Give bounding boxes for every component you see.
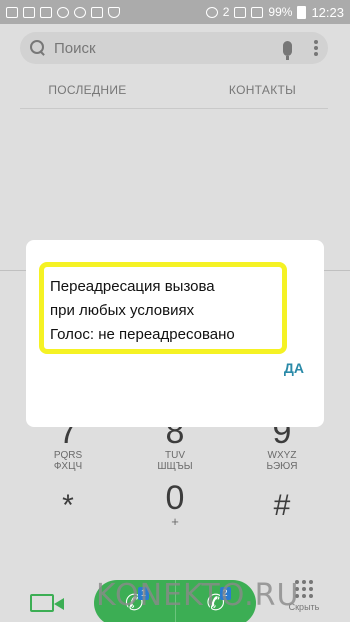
key-icon [91, 6, 103, 18]
tab-bar: ПОСЛЕДНИЕ КОНТАКТЫ [0, 78, 350, 108]
clock: 12:23 [311, 4, 344, 20]
location-icon [74, 6, 86, 18]
dialog-line-3: Голос: не переадресовано [50, 326, 235, 343]
status-bar-system: 2 99% 12:23 [205, 4, 344, 20]
sim-indicator: 2 [222, 5, 230, 19]
key-9-cyrillic: ЬЭЮЯ [266, 461, 298, 472]
tab-divider [20, 108, 328, 109]
phone-app: Поиск ПОСЛЕДНИЕ КОНТАКТЫ 7 PQRS ФХЦЧ 8 T… [0, 24, 350, 622]
dialog-message: Переадресация вызова при любых условиях … [39, 262, 287, 354]
key-star[interactable]: * [18, 488, 118, 524]
notification-icon [6, 6, 18, 18]
battery-percent: 99% [268, 5, 293, 19]
video-call-icon[interactable] [30, 594, 64, 612]
watermark: KONEKTO.RU [96, 578, 300, 613]
key-0-plus: + [171, 514, 179, 529]
signal-icon [234, 6, 247, 18]
key-7-latin: PQRS [53, 450, 83, 461]
tab-contacts[interactable]: КОНТАКТЫ [175, 78, 350, 108]
status-bar-notifications [6, 6, 120, 18]
gallery-icon [40, 6, 52, 18]
key-8-cyrillic: ШЩЪЫ [157, 461, 193, 472]
wifi-icon [205, 6, 218, 18]
dialog-ok-button[interactable]: ДА [284, 360, 304, 376]
key-8-latin: TUV [165, 450, 185, 461]
key-star-digit: * [62, 489, 74, 522]
brightness-icon [57, 6, 69, 18]
signal-icon-2 [251, 6, 264, 18]
key-hash-digit: # [273, 489, 291, 522]
tab-recent[interactable]: ПОСЛЕДНИЕ [0, 78, 175, 108]
key-hash[interactable]: # [232, 488, 332, 524]
shield-icon [108, 6, 120, 18]
key-0[interactable]: 0 + [125, 479, 225, 529]
key-0-digit: 0 [165, 479, 185, 517]
call-forwarding-dialog: Переадресация вызова при любых условиях … [26, 240, 324, 427]
key-9-latin: WXYZ [267, 450, 297, 461]
dialog-line-1: Переадресация вызова [50, 278, 215, 295]
search-icon [30, 40, 46, 56]
search-bar[interactable]: Поиск [20, 32, 328, 64]
battery-icon [297, 5, 307, 19]
search-input[interactable]: Поиск [54, 40, 283, 57]
more-options-icon[interactable] [314, 40, 318, 56]
usb-icon [23, 6, 35, 18]
dialog-line-2: при любых условиях [50, 302, 195, 319]
microphone-icon[interactable] [283, 40, 292, 60]
key-7-cyrillic: ФХЦЧ [53, 461, 83, 472]
status-bar: 2 99% 12:23 [0, 0, 350, 24]
